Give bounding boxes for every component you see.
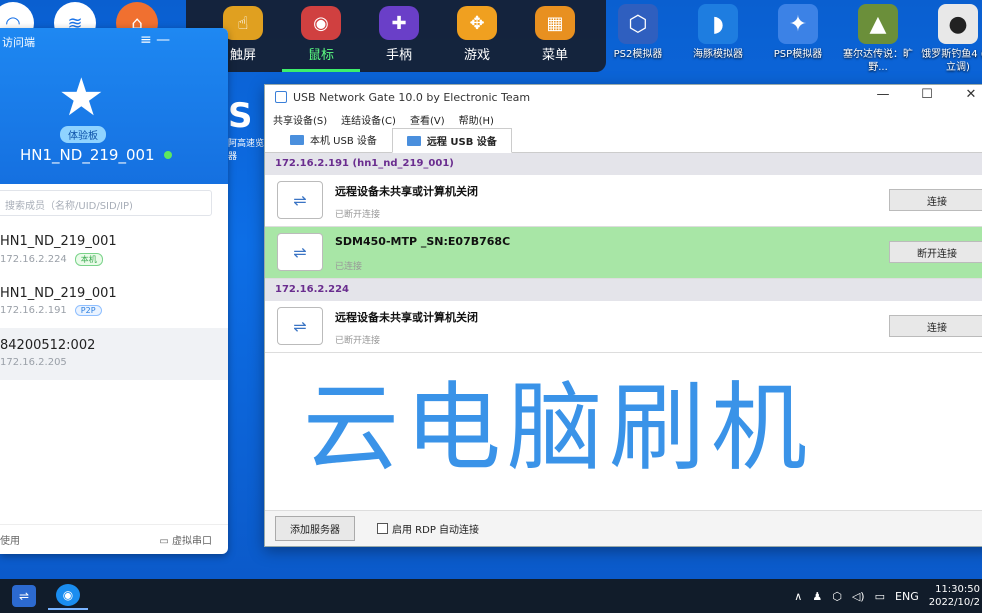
toolbar-mouse[interactable]: ◉ 鼠标 xyxy=(282,0,360,72)
usb-icon: ⇌ xyxy=(277,307,323,345)
chevron-up-icon[interactable]: ∧ xyxy=(794,590,802,603)
menu-help[interactable]: 帮助(H) xyxy=(459,112,494,127)
usb-device-icon xyxy=(290,134,304,145)
desktop-icon-psp[interactable]: ✦ PSP模拟器 xyxy=(760,0,836,80)
maximize-button[interactable]: ☐ xyxy=(905,87,949,102)
network-icon[interactable]: ▭ xyxy=(875,590,885,603)
taskbar-app-usb[interactable]: ⇌ xyxy=(4,582,44,610)
toolbar-gamepad[interactable]: ✚ 手柄 xyxy=(360,0,438,72)
panel-header: 访问端 ≡ — ★ 体验板 HN1_ND_219_001 xyxy=(0,28,228,184)
virtual-serial-button[interactable]: ▭ 虚拟串口 xyxy=(159,532,212,547)
member-item[interactable]: HN1_ND_219_001 172.16.2.191 P2P xyxy=(0,276,228,328)
taskbar: ⇌ ◉ ∧ ♟ ⬡ ◁) ▭ ENG 11:30:50 2022/10/2 xyxy=(0,579,982,613)
usb-network-gate-window: USB Network Gate 10.0 by Electronic Team… xyxy=(264,84,982,547)
member-item[interactable]: HN1_ND_219_001 172.16.2.224 本机 xyxy=(0,224,228,276)
window-title: USB Network Gate 10.0 by Electronic Team xyxy=(293,90,531,104)
remote-device-icon xyxy=(406,135,421,146)
edition-badge: 体验板 xyxy=(60,126,106,143)
input-language[interactable]: ENG xyxy=(895,590,919,603)
usb-icon: ⇌ xyxy=(277,181,323,219)
close-button[interactable]: ✕ xyxy=(949,87,982,102)
add-server-button[interactable]: 添加服务器 xyxy=(275,516,355,541)
device-row[interactable]: ⇌ 远程设备未共享或计算机关闭 已断开连接 连接 xyxy=(265,301,982,353)
device-row[interactable]: ⇌ 远程设备未共享或计算机关闭 已断开连接 连接 xyxy=(265,175,982,227)
disconnect-button[interactable]: 断开连接 xyxy=(889,241,982,263)
clock[interactable]: 11:30:50 2022/10/2 xyxy=(929,583,980,609)
member-item[interactable]: 84200512:002 172.16.2.205 xyxy=(0,328,228,380)
footer-use-link[interactable]: 使用 xyxy=(0,532,20,547)
taskbar-app-remote[interactable]: ◉ xyxy=(48,582,88,610)
minimize-button[interactable]: — xyxy=(861,87,905,102)
mouse-icon: ◉ xyxy=(301,6,341,40)
rdp-auto-connect-checkbox[interactable]: 启用 RDP 自动连接 xyxy=(377,521,479,536)
system-tray: ∧ ♟ ⬡ ◁) ▭ ENG 11:30:50 2022/10/2 xyxy=(794,583,982,609)
menu-view[interactable]: 查看(V) xyxy=(410,112,445,127)
psp-icon: ✦ xyxy=(778,4,818,44)
toolbar-game[interactable]: ✥ 游戏 xyxy=(438,0,516,72)
menu-share[interactable]: 共享设备(S) xyxy=(273,112,327,127)
overlay-caption: 云电脑刷机 xyxy=(303,372,813,484)
browser-icon: S xyxy=(228,96,253,136)
tab-bar: 本机 USB 设备 远程 USB 设备 xyxy=(265,127,982,153)
remote-toolbar: ☝ 触屏 ◉ 鼠标 ✚ 手柄 ✥ 游戏 ▦ 菜单 xyxy=(186,0,606,72)
desktop-icon-ps2[interactable]: ⬡ PS2模拟器 xyxy=(600,0,676,80)
app-icon xyxy=(275,91,287,103)
connect-button[interactable]: 连接 xyxy=(889,315,982,337)
volume-icon[interactable]: ◁) xyxy=(852,590,865,603)
current-device-name: HN1_ND_219_001 xyxy=(20,146,155,164)
usb-icon: ⇌ xyxy=(277,233,323,271)
device-row[interactable]: ⇌ SDM450-MTP _SN:E07B768C 已连接 断开连接 xyxy=(265,227,982,279)
usb-gate-icon: ⇌ xyxy=(12,585,36,607)
game-icon: ✥ xyxy=(457,6,497,40)
window-controls: — ☐ ✕ xyxy=(861,87,982,102)
panel-footer: 使用 ▭ 虚拟串口 xyxy=(0,524,228,554)
desktop-icons: ⬡ PS2模拟器 ◗ 海豚模拟器 ✦ PSP模拟器 ▲ 塞尔达传说：旷野... … xyxy=(600,0,982,80)
gamepad-icon: ✚ xyxy=(379,6,419,40)
desktop-icon-fish[interactable]: ● 饿罗斯钓鱼4 (独立调) xyxy=(920,0,982,80)
window-footer: 添加服务器 启用 RDP 自动连接 xyxy=(265,510,982,546)
touch-icon: ☝ xyxy=(223,6,263,40)
star-icon: ★ xyxy=(58,68,105,128)
tab-local-usb[interactable]: 本机 USB 设备 xyxy=(275,127,392,152)
online-status-dot xyxy=(164,151,172,159)
menu-grid-icon: ▦ xyxy=(535,6,575,40)
menu-bar: 共享设备(S) 连结设备(C) 查看(V) 帮助(H) xyxy=(265,109,982,129)
member-list: HN1_ND_219_001 172.16.2.224 本机 HN1_ND_219… xyxy=(0,224,228,380)
fish-icon: ● xyxy=(938,4,978,44)
p2p-badge: P2P xyxy=(74,305,102,316)
tab-remote-usb[interactable]: 远程 USB 设备 xyxy=(391,128,512,153)
remote-access-panel: 访问端 ≡ — ★ 体验板 HN1_ND_219_001 搜索成员（名称/UID… xyxy=(0,28,228,554)
server-group-header[interactable]: 172.16.2.224 xyxy=(265,279,982,301)
ps2-icon: ⬡ xyxy=(618,4,658,44)
remote-app-icon: ◉ xyxy=(56,584,80,606)
toolbar-menu[interactable]: ▦ 菜单 xyxy=(516,0,594,72)
shield-icon[interactable]: ⬡ xyxy=(832,590,842,603)
dolphin-icon: ◗ xyxy=(698,4,738,44)
member-search-input[interactable]: 搜索成员（名称/UID/SID/IP) xyxy=(0,190,212,216)
menu-icon[interactable]: ≡ — xyxy=(140,32,170,48)
server-group-header[interactable]: 172.16.2.191 (hn1_nd_219_001) xyxy=(265,153,982,175)
connect-button[interactable]: 连接 xyxy=(889,189,982,211)
desktop-icon-browser[interactable]: S 阿高速览器 xyxy=(228,96,264,162)
desktop-icon-dolphin[interactable]: ◗ 海豚模拟器 xyxy=(680,0,756,80)
zelda-icon: ▲ xyxy=(858,4,898,44)
local-badge: 本机 xyxy=(74,253,103,266)
menu-connect[interactable]: 连结设备(C) xyxy=(341,112,396,127)
desktop-icon-zelda[interactable]: ▲ 塞尔达传说：旷野... xyxy=(840,0,916,80)
tray-app-icon[interactable]: ♟ xyxy=(812,590,822,603)
checkbox-box xyxy=(377,523,388,534)
panel-title: 访问端 xyxy=(2,36,35,49)
